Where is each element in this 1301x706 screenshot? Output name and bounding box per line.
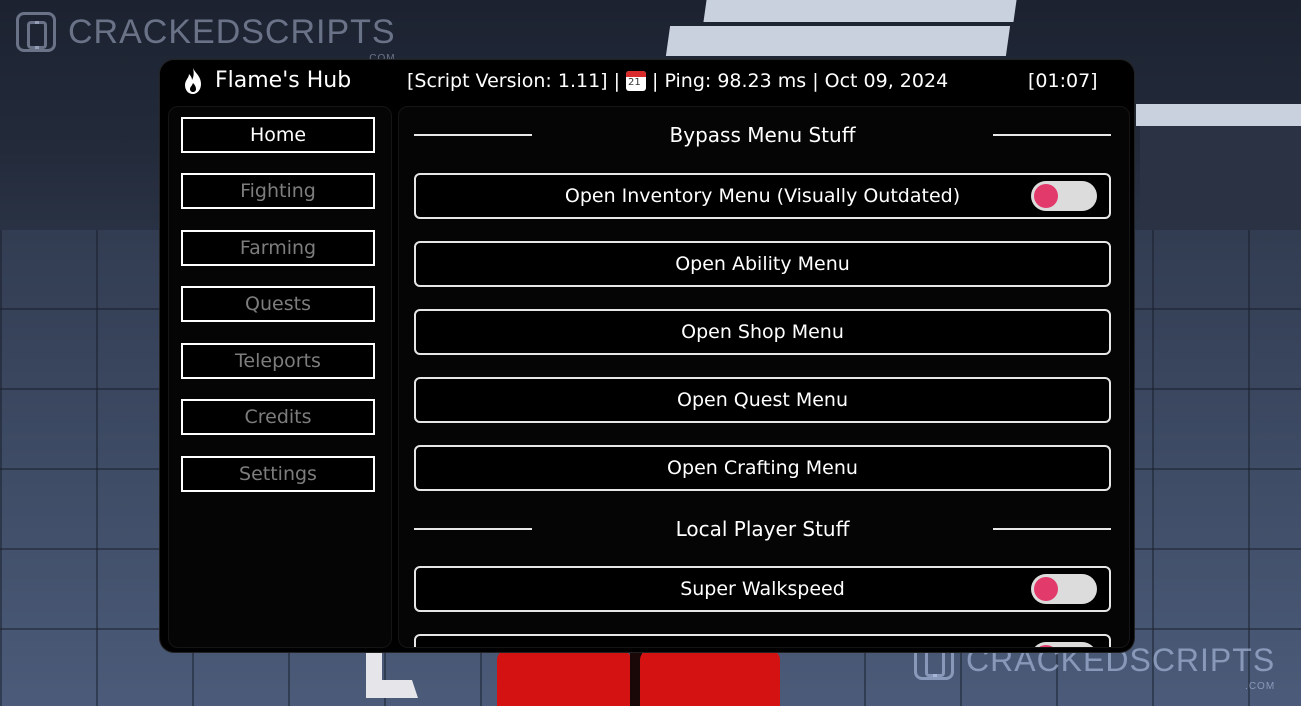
hub-window[interactable]: Flame's Hub [Script Version: 1.11] | | P… — [160, 60, 1134, 652]
sidebar-item-home[interactable]: Home — [181, 117, 375, 153]
row-label: Open Crafting Menu — [667, 457, 858, 479]
divider-line — [993, 528, 1111, 530]
inventory-menu-toggle[interactable] — [1031, 181, 1097, 211]
divider-line — [993, 134, 1111, 136]
player-leg-right — [640, 650, 780, 706]
toggle-row-super-walkspeed[interactable]: Super Walkspeed — [414, 566, 1111, 612]
sidebar-item-farming[interactable]: Farming — [181, 230, 375, 266]
super-walkspeed-toggle[interactable] — [1031, 574, 1097, 604]
floor-arrow-marking — [366, 650, 418, 698]
sidebar-item-credits[interactable]: Credits — [181, 399, 375, 435]
script-info: [Script Version: 1.11] | | Ping: 98.23 m… — [407, 70, 948, 92]
crackedscripts-logo-icon — [16, 12, 56, 52]
row-label: Open Quest Menu — [676, 389, 849, 411]
divider-line — [414, 134, 532, 136]
toggle-knob — [1034, 645, 1058, 647]
toggle-row-open-inventory[interactable]: Open Inventory Menu (Visually Outdated) — [414, 173, 1111, 219]
main-panel[interactable]: Bypass Menu Stuff Open Inventory Menu (V… — [398, 106, 1130, 648]
watermark-text: CRACKEDSCRIPTS — [68, 13, 396, 51]
sidebar-item-teleports[interactable]: Teleports — [181, 343, 375, 379]
sidebar: Home Fighting Farming Quests Teleports C… — [168, 106, 392, 648]
sidebar-item-settings[interactable]: Settings — [181, 456, 375, 492]
open-shop-menu-button[interactable]: Open Shop Menu — [414, 309, 1111, 355]
row-label: Open Ability Menu — [675, 253, 850, 275]
divider-line — [414, 528, 532, 530]
partially-hidden-toggle[interactable] — [1031, 642, 1097, 647]
section-title: Local Player Stuff — [675, 517, 850, 541]
toggle-row-partially-hidden[interactable] — [414, 634, 1111, 647]
player-leg-left — [497, 650, 631, 706]
open-ability-menu-button[interactable]: Open Ability Menu — [414, 241, 1111, 287]
row-label: Super Walkspeed — [680, 578, 845, 600]
road-stripe — [665, 26, 1011, 56]
road-stripe — [703, 0, 1017, 22]
hub-titlebar[interactable]: Flame's Hub [Script Version: 1.11] | | P… — [160, 60, 1134, 102]
section-header-bypass: Bypass Menu Stuff — [414, 120, 1111, 150]
road-stripe — [1136, 104, 1301, 126]
open-crafting-menu-button[interactable]: Open Crafting Menu — [414, 445, 1111, 491]
hub-title: Flame's Hub — [215, 68, 352, 93]
open-quest-menu-button[interactable]: Open Quest Menu — [414, 377, 1111, 423]
clock: [01:07] — [1028, 70, 1098, 92]
script-info-suffix: | Ping: 98.23 ms | Oct 09, 2024 — [652, 70, 949, 92]
script-info-prefix: [Script Version: 1.11] | — [407, 70, 621, 92]
section-title: Bypass Menu Stuff — [669, 123, 856, 147]
sidebar-item-fighting[interactable]: Fighting — [181, 173, 375, 209]
flame-icon — [185, 68, 201, 94]
watermark-sub: .COM — [1245, 681, 1276, 692]
row-label: Open Inventory Menu (Visually Outdated) — [564, 185, 961, 207]
calendar-icon — [626, 71, 647, 91]
watermark-top: CRACKEDSCRIPTS .COM — [16, 12, 396, 64]
toggle-knob — [1034, 184, 1058, 208]
row-label: Open Shop Menu — [681, 321, 844, 343]
sidebar-item-quests[interactable]: Quests — [181, 286, 375, 322]
toggle-knob — [1034, 577, 1058, 601]
section-header-local-player: Local Player Stuff — [414, 514, 1111, 544]
